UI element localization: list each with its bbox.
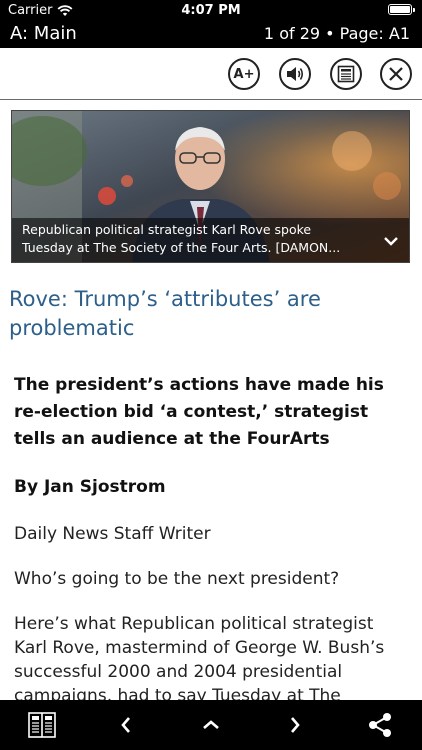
article-headline: Rove: Trump’s ‘attributes’ are problemat… (9, 287, 321, 340)
caption-line-2: Tuesday at The Society of the Four Arts.… (22, 240, 341, 255)
chevron-left-icon (121, 717, 130, 733)
clock: 4:07 PM (181, 3, 241, 18)
article-photo[interactable]: Republican political strategist Karl Rov… (11, 110, 410, 263)
page-info: 1 of 29 • Page: A1 (263, 24, 410, 43)
chevron-right-icon (291, 717, 300, 733)
close-button[interactable] (380, 58, 412, 90)
caption-expand-button[interactable] (383, 231, 399, 250)
reader-toolbar: A+ (0, 48, 422, 100)
share-icon (369, 713, 391, 737)
previous-article-button[interactable] (101, 700, 151, 750)
page-view-button[interactable] (330, 58, 362, 90)
share-button[interactable] (355, 700, 405, 750)
article-byline: By Jan Sjostrom (14, 477, 166, 497)
audio-button[interactable] (279, 58, 311, 90)
chevron-up-icon (203, 720, 219, 729)
bottom-nav-bar (0, 700, 422, 750)
article-paragraph: Here’s what Republican political strateg… (14, 614, 385, 700)
article-deck: The president’s actions have made his re… (14, 375, 384, 449)
page-view-icon (337, 65, 355, 83)
article-paragraph: Daily News Staff Writer (14, 524, 211, 544)
chevron-down-icon (384, 237, 398, 246)
title-bar: A: Main 1 of 29 • Page: A1 (0, 20, 422, 48)
close-icon (389, 67, 403, 81)
battery-icon (388, 4, 415, 15)
pages-button[interactable] (17, 700, 67, 750)
article-paragraph: Who’s going to be the next president? (14, 569, 340, 589)
pages-icon (28, 712, 56, 738)
caption-line-1: Republican political strategist Karl Rov… (22, 222, 312, 237)
speaker-icon (287, 67, 304, 81)
status-bar: Carrier 4:07 PM (0, 0, 422, 20)
photo-caption: Republican political strategist Karl Rov… (12, 218, 409, 262)
text-size-button[interactable]: A+ (228, 58, 260, 90)
next-article-button[interactable] (270, 700, 320, 750)
scroll-up-button[interactable] (186, 700, 236, 750)
text-size-icon: A+ (233, 66, 255, 82)
section-title[interactable]: A: Main (10, 23, 77, 44)
